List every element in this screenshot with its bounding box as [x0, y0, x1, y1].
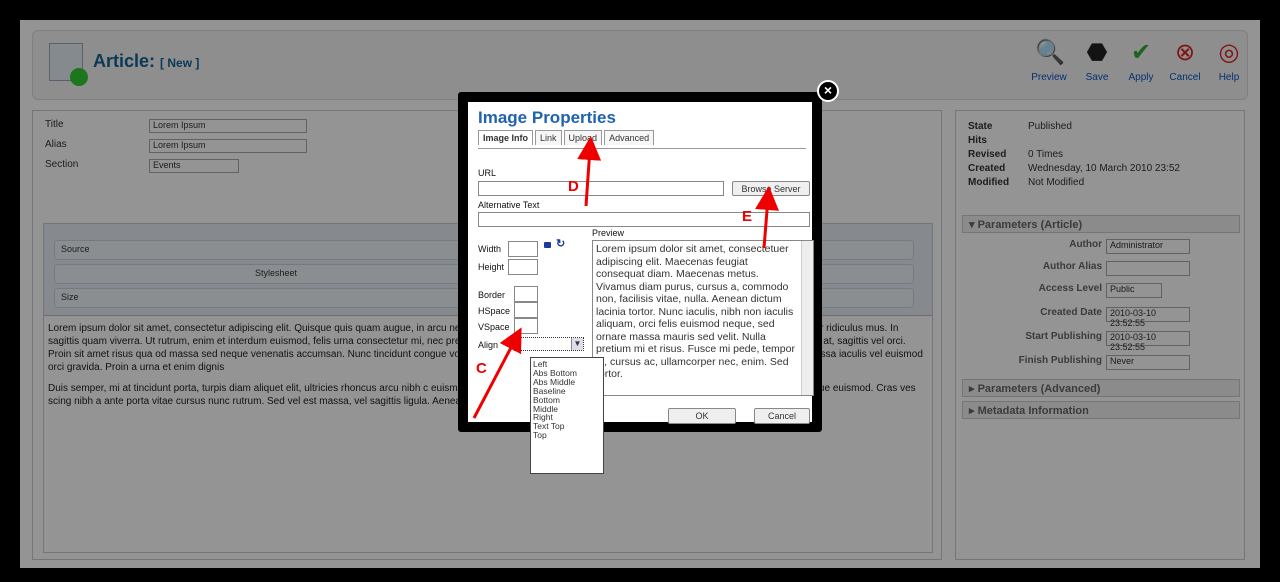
- annotation-c: C: [476, 360, 487, 377]
- admin-page: Article: [ New ] 🔍 Preview ⬣ Save ✔ Appl…: [20, 20, 1260, 568]
- annotation-d: D: [568, 178, 579, 195]
- arrow-d: [577, 136, 602, 207]
- annotation-e: E: [742, 208, 753, 225]
- arrow-c: [472, 327, 522, 419]
- annotation-arrows: [472, 136, 780, 419]
- arrow-e: [755, 186, 780, 249]
